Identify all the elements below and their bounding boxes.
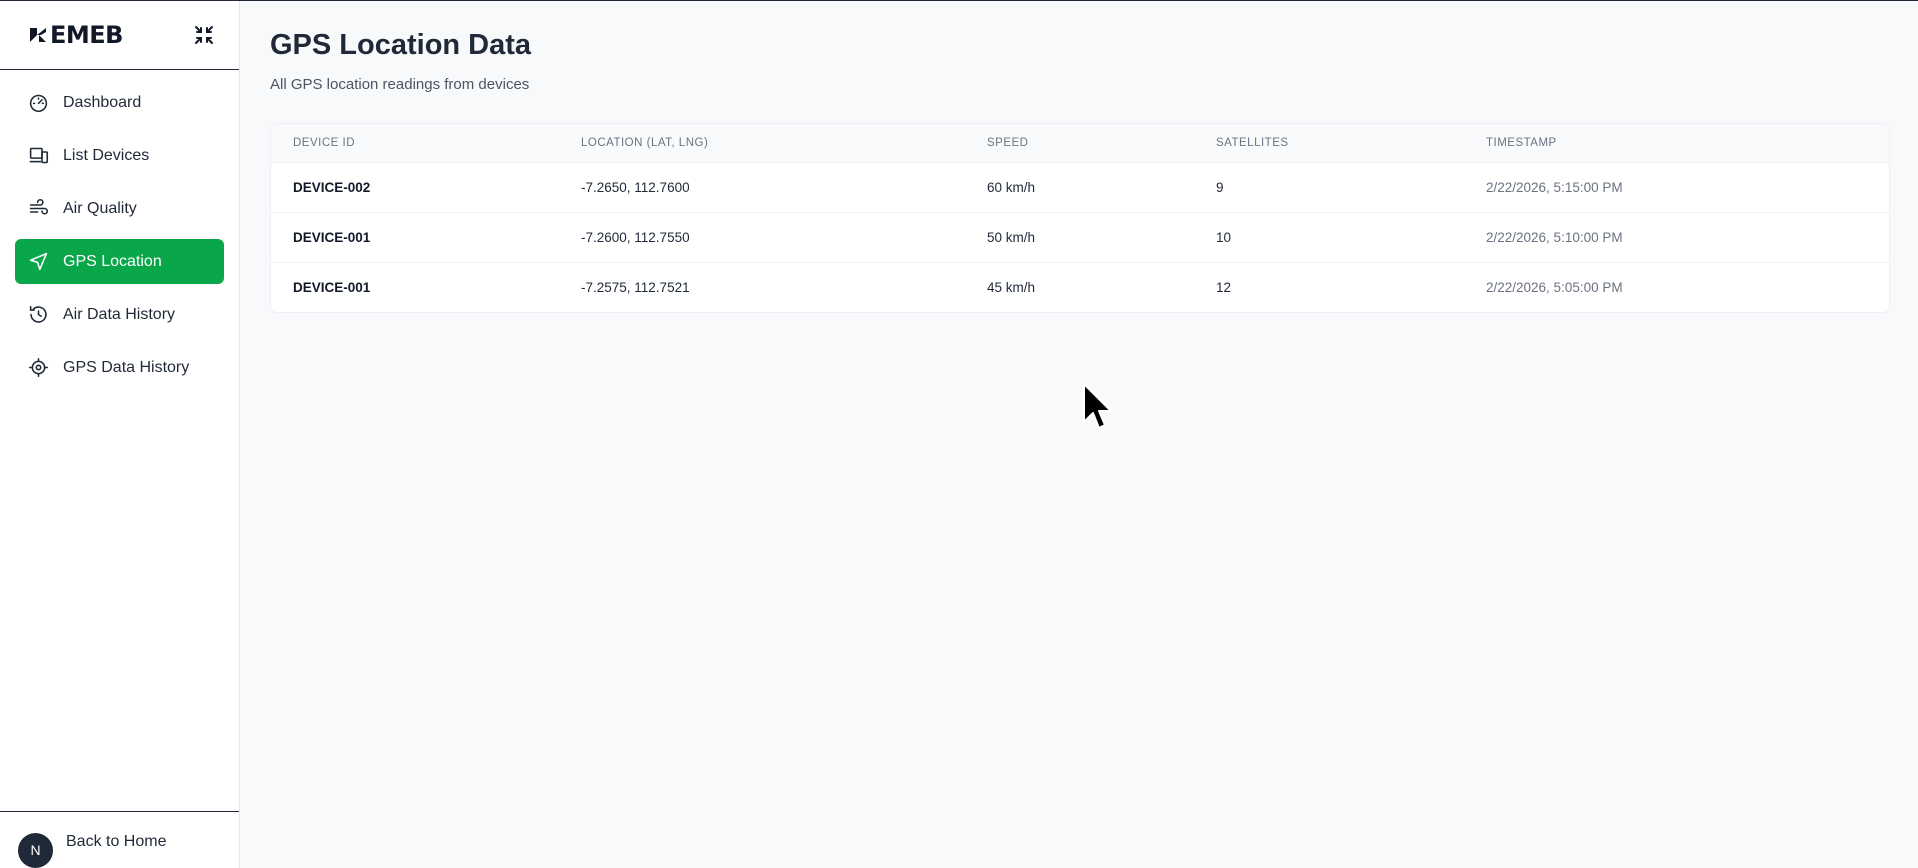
- cell-speed: 45 km/h: [987, 279, 1036, 295]
- gps-data-table: Device ID Location (Lat, Lng) Speed Sate…: [270, 123, 1890, 313]
- cell-speed: 60 km/h: [987, 179, 1036, 195]
- sidebar-item-gps-location[interactable]: GPS Location: [15, 239, 224, 284]
- cell-device-id: DEVICE-001: [293, 279, 371, 295]
- navigation-icon: [27, 251, 49, 273]
- minimize-icon: [195, 26, 213, 44]
- cell-timestamp: 2/22/2026, 5:15:00 PM: [1486, 179, 1623, 195]
- sidebar-item-label: List Devices: [63, 146, 150, 164]
- app-root: EMEB Dashboard List Devices Air Quality …: [0, 0, 1918, 868]
- sidebar-nav: Dashboard List Devices Air Quality GPS L…: [0, 70, 239, 400]
- column-header-speed[interactable]: Speed: [965, 124, 1194, 162]
- cell-satellites: 9: [1216, 179, 1224, 195]
- sidebar-item-label: Dashboard: [63, 93, 142, 111]
- collapse-sidebar-button[interactable]: [193, 24, 215, 46]
- sidebar: EMEB Dashboard List Devices Air Quality …: [0, 1, 240, 868]
- locate-icon: [27, 357, 49, 379]
- column-header-device-id[interactable]: Device ID: [271, 124, 559, 162]
- cell-satellites: 10: [1216, 229, 1232, 245]
- sidebar-item-air-data-history[interactable]: Air Data History: [15, 292, 224, 337]
- table-row[interactable]: DEVICE-002 -7.2650, 112.7600 60 km/h 9 2…: [271, 162, 1889, 212]
- cell-location: -7.2575, 112.7521: [581, 279, 690, 295]
- page-title: GPS Location Data: [270, 29, 532, 61]
- cell-timestamp: 2/22/2026, 5:10:00 PM: [1486, 229, 1623, 245]
- devices-icon: [27, 145, 49, 167]
- cell-device-id: DEVICE-001: [293, 229, 371, 245]
- column-header-location[interactable]: Location (Lat, Lng): [559, 124, 965, 162]
- sidebar-item-list-devices[interactable]: List Devices: [15, 133, 224, 178]
- cell-satellites: 12: [1216, 279, 1232, 295]
- column-header-timestamp[interactable]: Timestamp: [1464, 124, 1889, 162]
- history-icon: [27, 304, 49, 326]
- cell-device-id: DEVICE-002: [293, 179, 371, 195]
- back-to-home-button[interactable]: N Back to Home: [0, 811, 239, 868]
- avatar: N: [18, 832, 53, 868]
- sidebar-item-gps-data-history[interactable]: GPS Data History: [15, 345, 224, 390]
- wind-icon: [27, 198, 49, 220]
- logo-text: EMEB: [50, 21, 123, 49]
- sidebar-item-label: Air Quality: [63, 199, 137, 217]
- sidebar-header: EMEB: [0, 1, 239, 70]
- cell-location: -7.2600, 112.7550: [581, 229, 690, 245]
- logo[interactable]: EMEB: [28, 21, 123, 49]
- logo-mark-icon: [30, 28, 46, 42]
- table-row[interactable]: DEVICE-001 -7.2600, 112.7550 50 km/h 10 …: [271, 212, 1889, 262]
- sidebar-item-label: GPS Location: [63, 252, 162, 270]
- column-header-satellites[interactable]: Satellites: [1194, 124, 1464, 162]
- back-to-home-label: Back to Home: [66, 833, 167, 850]
- page-subtitle: All GPS location readings from devices: [270, 76, 530, 93]
- cell-location: -7.2650, 112.7600: [581, 179, 690, 195]
- table-header-row: Device ID Location (Lat, Lng) Speed Sate…: [271, 124, 1889, 162]
- sidebar-item-air-quality[interactable]: Air Quality: [15, 186, 224, 231]
- table-row[interactable]: DEVICE-001 -7.2575, 112.7521 45 km/h 12 …: [271, 262, 1889, 312]
- cell-speed: 50 km/h: [987, 229, 1036, 245]
- sidebar-item-label: GPS Data History: [63, 358, 190, 376]
- main-content: GPS Location Data All GPS location readi…: [240, 1, 1918, 868]
- gauge-icon: [27, 92, 49, 114]
- sidebar-item-dashboard[interactable]: Dashboard: [15, 80, 224, 125]
- sidebar-item-label: Air Data History: [63, 305, 176, 323]
- cell-timestamp: 2/22/2026, 5:05:00 PM: [1486, 279, 1623, 295]
